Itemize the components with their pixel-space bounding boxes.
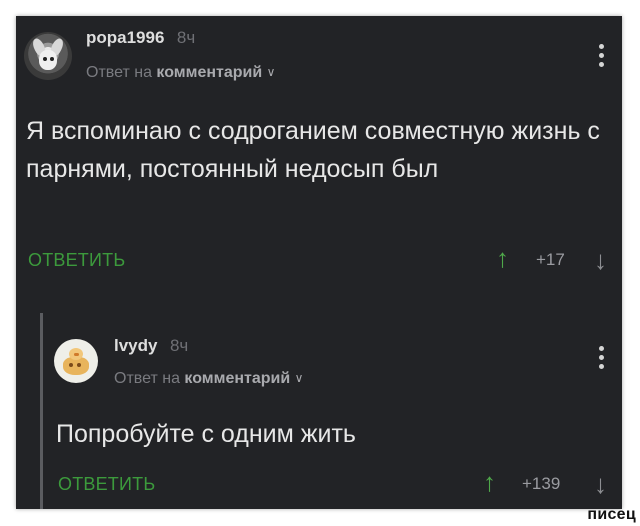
reply-to-link[interactable]: Ответ на комментарий ∨ [114,370,303,388]
comment-score: +17 [536,250,565,269]
reply-to-target: комментарий [184,370,291,387]
comment-time: 8ч [169,336,189,355]
more-options-icon[interactable] [599,346,607,373]
watermark: писец [587,506,636,523]
upvote-icon[interactable]: ↑ [483,469,496,495]
comment-score: +139 [522,474,561,493]
comment-thread: popa1996 8ч Ответ на комментарий ∨ Я всп… [16,16,622,509]
comment-text: Попробуйте с одним жить [56,420,356,448]
username[interactable]: lvydy [114,336,157,355]
reply-to-prefix: Ответ на [114,370,180,387]
comment-time: 8ч [176,28,196,47]
chevron-down-icon: ∨ [266,65,276,79]
reply-to-target: комментарий [156,64,263,81]
reply-button[interactable]: ОТВЕТИТЬ [28,250,125,271]
reply-to-prefix: Ответ на [86,64,152,81]
thread-line[interactable] [40,313,43,509]
downvote-icon[interactable]: ↓ [594,247,607,273]
reply-to-link[interactable]: Ответ на комментарий ∨ [86,64,275,82]
more-options-icon[interactable] [599,44,607,71]
chevron-down-icon: ∨ [294,371,304,385]
avatar[interactable] [54,339,98,383]
comment-text: Я вспоминаю с содроганием совместную жиз… [26,117,600,183]
reply-button[interactable]: ОТВЕТИТЬ [58,474,155,495]
avatar[interactable] [24,32,72,80]
upvote-icon[interactable]: ↑ [496,245,509,271]
downvote-icon[interactable]: ↓ [594,471,607,497]
username[interactable]: popa1996 [86,28,164,47]
